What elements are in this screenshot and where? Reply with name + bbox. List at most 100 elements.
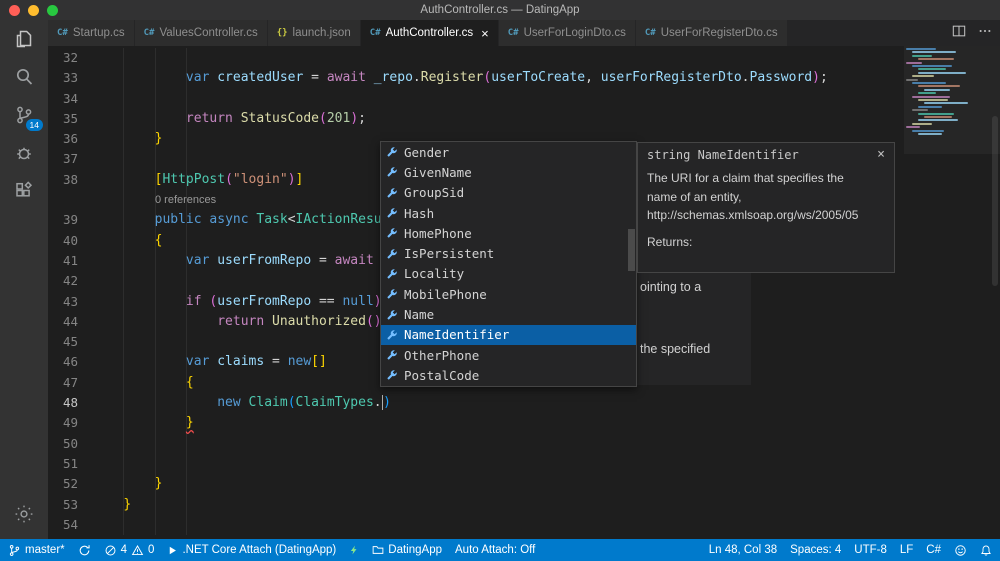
editor[interactable]: 32 33 var createdUser = await _repo.Regis… [48,46,1000,539]
suggest-item-IsPersistent[interactable]: IsPersistent [381,243,636,263]
lightning-icon [349,544,359,556]
suggest-item-OtherPhone[interactable]: OtherPhone [381,345,636,365]
line-number[interactable]: 41 [48,251,78,271]
tab-Startup.cs[interactable]: C#Startup.cs× [48,20,135,46]
line-number[interactable]: 53 [48,495,78,515]
property-icon [386,166,398,178]
tab-ValuesController.cs[interactable]: C#ValuesController.cs× [134,20,268,46]
suggest-item-label: OtherPhone [404,347,480,363]
code-line[interactable]: { [92,373,194,393]
tab-UserForLoginDto.cs[interactable]: C#UserForLoginDto.cs× [498,20,636,46]
line-number[interactable]: 45 [48,332,78,352]
code-line[interactable]: if (userFromRepo == null) [92,292,382,312]
line-number[interactable]: 37 [48,149,78,169]
suggest-item-GroupSid[interactable]: GroupSid [381,183,636,203]
line-number[interactable]: 52 [48,474,78,494]
workspace-status[interactable]: DatingApp [372,539,442,561]
line-number[interactable]: 50 [48,434,78,454]
auto-attach-indicator[interactable] [349,539,359,561]
line-number[interactable]: 43 [48,292,78,312]
code-line[interactable]: [HttpPost("login")] [92,170,304,190]
line-number[interactable]: 51 [48,454,78,474]
tab-launch.json[interactable]: {}launch.json× [267,20,361,46]
suggest-item-Hash[interactable]: Hash [381,203,636,223]
code-line[interactable]: } [92,413,194,433]
code-line[interactable]: return Unauthorized() [92,312,381,332]
suggest-item-PostalCode[interactable]: PostalCode [381,365,636,385]
file-type-icon: C# [57,28,68,38]
line-number[interactable]: 34 [48,89,78,109]
tab-AuthController.cs[interactable]: C# AuthController.cs × [360,20,499,46]
explorer-icon[interactable] [0,20,48,58]
eol-status[interactable]: LF [900,539,913,561]
suggest-item-HomePhone[interactable]: HomePhone [381,223,636,243]
close-icon[interactable]: × [877,148,885,161]
encoding-status[interactable]: UTF-8 [854,539,887,561]
extensions-icon[interactable] [0,172,48,210]
debug-icon[interactable] [0,134,48,172]
code-line[interactable]: } [92,474,163,494]
scm-pending-changes-badge: 14 [25,118,43,131]
line-number[interactable]: 36 [48,129,78,149]
scrollbar-thumb[interactable] [992,116,998,286]
git-branch-status[interactable]: master* [8,539,65,561]
code-line[interactable]: var userFromRepo = await [92,251,374,271]
line-number[interactable]: 47 [48,373,78,393]
feedback-smiley-icon[interactable] [954,539,967,561]
code-line[interactable]: return StatusCode(201); [92,109,366,129]
debug-launch-config[interactable]: .NET Core Attach (DatingApp) [167,539,336,561]
suggest-item-Name[interactable]: Name [381,304,636,324]
code-line[interactable]: public async Task<IActionResu [92,210,382,230]
notifications-bell-icon[interactable] [980,539,992,561]
line-number[interactable]: 33 [48,68,78,88]
minimap-code-line [918,133,942,135]
editor-scrollbar[interactable] [990,46,1000,539]
minimize-window-button[interactable] [28,5,39,16]
suggest-item-label: Hash [404,205,435,221]
line-number[interactable]: 48 [48,393,78,413]
suggest-item-Gender[interactable]: Gender [381,142,636,162]
code-line[interactable]: } [92,129,163,149]
auto-attach-status[interactable]: Auto Attach: Off [455,539,535,561]
minimap-code-line [912,75,934,78]
suggest-item-GivenName[interactable]: GivenName [381,162,636,182]
tab-close-icon[interactable]: × [481,27,489,40]
suggest-item-label: NameIdentifier [404,327,510,343]
suggest-scrollbar-thumb[interactable] [628,229,635,271]
code-line[interactable]: new Claim(ClaimTypes.) [92,393,391,413]
line-number[interactable]: 32 [48,48,78,68]
line-number[interactable]: 35 [48,109,78,129]
settings-gear-icon[interactable] [0,495,48,533]
tab-UserForRegisterDto.cs[interactable]: C#UserForRegisterDto.cs× [635,20,788,46]
codelens-references[interactable]: 0 references [155,190,216,210]
line-number[interactable]: 38 [48,170,78,190]
line-number[interactable]: 49 [48,413,78,433]
language-mode-status[interactable]: C# [926,539,941,561]
source-control-icon[interactable]: 14 [0,96,48,134]
code-line[interactable]: var claims = new[] [92,352,327,372]
cursor-position-status[interactable]: Ln 48, Col 38 [709,539,777,561]
split-editor-icon[interactable] [952,24,966,43]
line-number[interactable]: 39 [48,210,78,230]
code-line[interactable]: { [92,231,163,251]
line-number[interactable]: 40 [48,231,78,251]
minimap[interactable] [904,48,990,168]
line-number[interactable]: 44 [48,312,78,332]
indentation-status[interactable]: Spaces: 4 [790,539,841,561]
zoom-window-button[interactable] [47,5,58,16]
suggest-item-NameIdentifier[interactable]: NameIdentifier [381,324,636,345]
suggest-item-MobilePhone[interactable]: MobilePhone [381,284,636,304]
line-number[interactable]: 54 [48,515,78,535]
code-line[interactable]: var createdUser = await _repo.Register(u… [92,68,828,88]
line-number[interactable]: 42 [48,271,78,291]
sync-changes-button[interactable] [78,539,91,561]
close-window-button[interactable] [9,5,20,16]
minimap-code-line [918,105,942,108]
line-number[interactable]: 46 [48,352,78,372]
problems-status[interactable]: 4 0 [104,539,154,561]
code-line[interactable]: } [92,495,131,515]
more-actions-icon[interactable] [978,24,992,43]
search-icon[interactable] [0,58,48,96]
activity-bar: 14 [0,20,48,539]
suggest-item-Locality[interactable]: Locality [381,264,636,284]
